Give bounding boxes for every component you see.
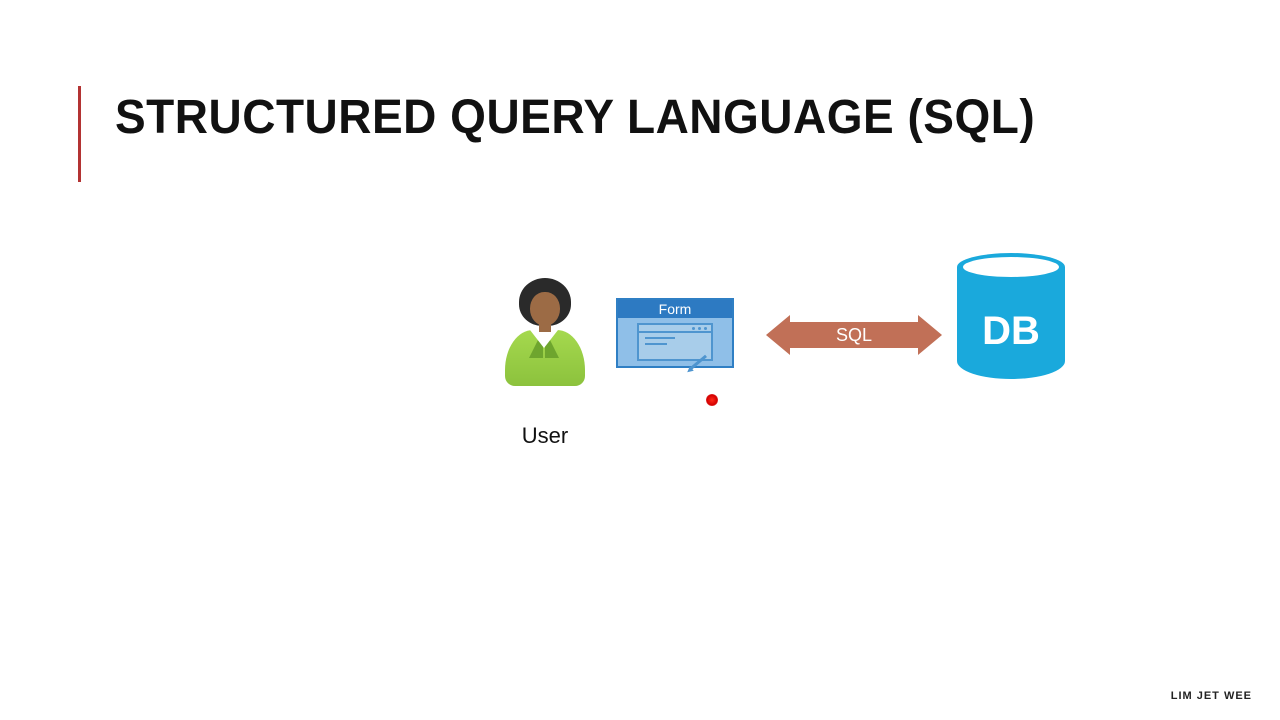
form-window-icon	[637, 323, 713, 361]
user-node: User	[495, 278, 595, 388]
laser-pointer-dot	[706, 394, 718, 406]
author-footer: LIM JET WEE	[1171, 690, 1252, 702]
arrow-label: SQL	[836, 325, 872, 346]
form-node: Form	[616, 298, 734, 368]
form-label: Form	[618, 300, 732, 318]
sql-diagram: User Form SQL DB	[480, 260, 1180, 460]
arrow-left-icon	[766, 315, 790, 355]
sql-arrow: SQL	[766, 315, 942, 355]
user-icon	[500, 278, 590, 388]
database-label: DB	[957, 309, 1065, 354]
database-icon: DB	[957, 253, 1065, 385]
arrow-right-icon	[918, 315, 942, 355]
database-node: DB	[952, 253, 1070, 403]
title-accent-bar	[78, 86, 81, 182]
slide-title: STRUCTURED QUERY LANGUAGE (SQL)	[115, 88, 1035, 189]
slide-title-block: STRUCTURED QUERY LANGUAGE (SQL)	[78, 88, 1035, 184]
pencil-icon	[690, 355, 707, 370]
user-label: User	[495, 423, 595, 449]
